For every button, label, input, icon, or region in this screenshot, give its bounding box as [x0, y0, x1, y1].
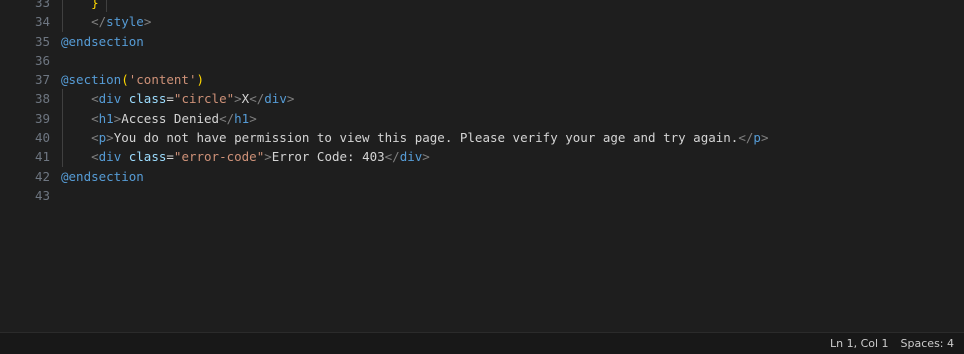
code-token: </: [91, 14, 107, 30]
code-token: <: [91, 149, 99, 165]
code-token: class: [128, 149, 167, 165]
code-token: class: [128, 91, 167, 107]
code-token: >: [264, 149, 272, 165]
code-token: <: [91, 130, 99, 146]
line-content: <h1>Access Denied</h1>: [61, 109, 257, 128]
code-line[interactable]: 35 @endsection: [0, 32, 964, 51]
line-number: 36: [34, 52, 50, 68]
code-token: >: [143, 14, 152, 30]
code-line[interactable]: 34 </style>: [0, 12, 964, 32]
code-token: ): [196, 72, 205, 88]
code-token: >: [106, 130, 114, 146]
code-token: =: [166, 149, 174, 165]
code-line[interactable]: 36: [0, 51, 964, 70]
code-token: div: [399, 149, 423, 165]
code-token: div: [98, 149, 122, 165]
line-number: 42: [34, 168, 50, 184]
code-token: >: [249, 110, 257, 126]
code-token: @endsection: [61, 33, 144, 49]
line-content: @endsection: [61, 32, 144, 51]
code-line[interactable]: 43: [0, 186, 964, 205]
code-token: </: [219, 110, 235, 126]
code-token: div: [264, 91, 287, 107]
line-content: @endsection: [61, 167, 144, 186]
line-number: 38: [34, 91, 50, 107]
code-token: >: [286, 91, 295, 107]
line-number: 35: [34, 33, 50, 49]
code-token: >: [234, 91, 242, 107]
code-line[interactable]: 33 }: [0, 0, 964, 13]
line-number: 33: [34, 0, 50, 10]
cursor-position-indicator[interactable]: Ln 1, Col 1: [824, 333, 895, 354]
status-bar: Ln 1, Col 1 Spaces: 4: [0, 332, 964, 354]
code-token: "error-code": [173, 149, 265, 165]
line-content: </style>: [61, 12, 151, 31]
code-token: div: [98, 91, 122, 107]
code-editor[interactable]: 33 } 34 </style> 35 @endsection 36 37 @section…: [0, 0, 964, 332]
line-content: <div class="error-code">Error Code: 403<…: [61, 147, 430, 166]
line-content: <p>You do not have permission to view th…: [61, 128, 768, 147]
code-line[interactable]: 38 <div class="circle">X</div>: [0, 89, 964, 109]
code-token: @section: [61, 72, 122, 88]
line-number: 43: [34, 187, 50, 203]
code-token: p: [753, 130, 761, 146]
code-token: >: [760, 130, 769, 146]
code-line[interactable]: 37 @section('content'): [0, 70, 964, 89]
indent-guide: [106, 0, 107, 13]
line-number: 34: [34, 14, 50, 30]
line-number: 41: [34, 149, 50, 165]
line-content: @section('content'): [61, 70, 204, 89]
code-token: </: [249, 91, 265, 107]
code-line[interactable]: 41 <div class="error-code">Error Code: 4…: [0, 147, 964, 167]
code-token: You do not have permission to view this …: [113, 130, 739, 146]
line-number: 40: [34, 130, 50, 146]
code-lines[interactable]: 33 } 34 </style> 35 @endsection 36 37 @section…: [0, 0, 964, 205]
line-number: 37: [34, 72, 50, 88]
code-line[interactable]: 42 @endsection: [0, 167, 964, 186]
status-bar-right: Ln 1, Col 1 Spaces: 4: [824, 333, 960, 354]
code-token: style: [106, 14, 144, 30]
code-token: }: [61, 0, 99, 10]
code-token: </: [738, 130, 754, 146]
line-content: <div class="circle">X</div>: [61, 89, 294, 108]
code-token: <: [91, 91, 99, 107]
code-line[interactable]: 39 <h1>Access Denied</h1>: [0, 108, 964, 129]
code-token: <: [91, 110, 99, 126]
code-token: </: [384, 149, 400, 165]
code-token: "circle": [173, 91, 235, 107]
code-token: h1: [234, 110, 250, 126]
code-token: =: [166, 91, 174, 107]
code-line[interactable]: 40 <p>You do not have permission to view…: [0, 128, 964, 148]
line-number: 39: [34, 110, 50, 126]
line-content: }: [61, 0, 99, 12]
indentation-indicator[interactable]: Spaces: 4: [895, 333, 960, 354]
code-token: (: [121, 72, 129, 88]
code-token: Access Denied: [121, 110, 220, 126]
code-token: h1: [98, 110, 114, 126]
code-token: 'content': [128, 72, 197, 88]
code-token: >: [422, 149, 430, 165]
code-token: @endsection: [61, 168, 144, 184]
code-token: Error Code: 403: [271, 149, 385, 165]
